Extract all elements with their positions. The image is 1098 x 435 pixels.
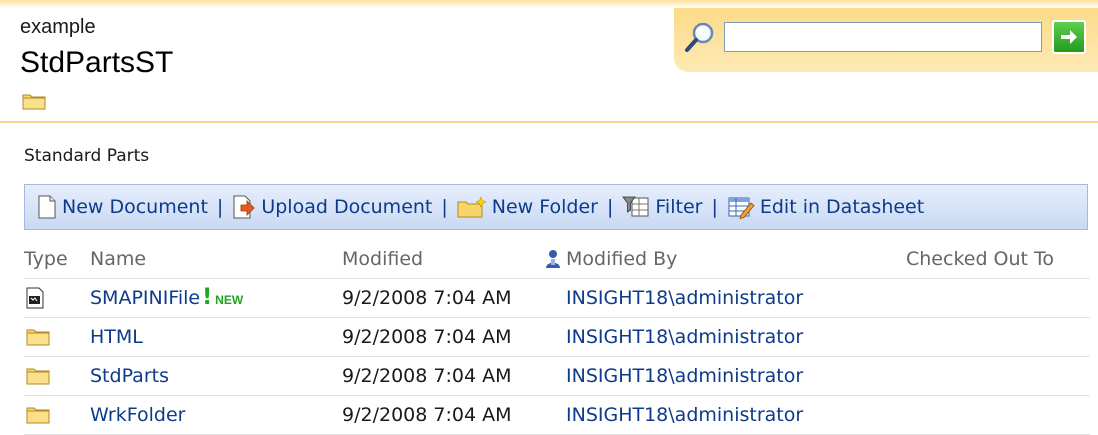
user-presence-icon <box>546 250 560 268</box>
toolbar-separator: | <box>606 196 614 218</box>
header-accent-bar <box>0 0 1098 8</box>
modified-cell: 9/2/2008 7:04 AM <box>342 404 512 426</box>
toolbar-separator: | <box>711 196 718 218</box>
modified-by-link[interactable]: INSIGHT18\administrator <box>566 365 803 387</box>
folder-icon <box>22 92 46 114</box>
name-cell: SMAPINIFile ! NEW <box>90 287 342 310</box>
table-row: SMAPINIFile ! NEW 9/2/2008 7:04 AM INSIG… <box>24 279 1090 318</box>
toolbar-separator: | <box>216 196 224 218</box>
filter-label: Filter <box>655 196 703 218</box>
upload-document-icon <box>233 195 255 219</box>
name-cell: HTML <box>90 326 342 348</box>
item-name-link[interactable]: HTML <box>90 326 143 348</box>
toolbar: New Document | Upload Document | New Fol… <box>24 184 1088 230</box>
document-icon[interactable] <box>24 287 90 309</box>
item-name-link[interactable]: WrkFolder <box>90 404 185 426</box>
list-title: Standard Parts <box>24 146 150 166</box>
modified-by-cell: INSIGHT18\administrator <box>566 404 906 426</box>
search-go-button[interactable] <box>1052 20 1086 54</box>
new-item-badge: ! NEW <box>202 287 243 309</box>
magnifier-icon <box>683 20 717 58</box>
new-indicator-icon: ! <box>202 285 213 310</box>
column-header-name[interactable]: Name <box>90 248 342 270</box>
new-label: NEW <box>215 293 244 307</box>
folder-icon[interactable] <box>24 328 90 346</box>
new-document-label: New Document <box>62 196 208 218</box>
new-document-button[interactable]: New Document <box>37 195 208 219</box>
arrow-right-icon <box>1061 30 1077 44</box>
modified-by-cell: INSIGHT18\administrator <box>566 326 906 348</box>
name-cell: WrkFolder <box>90 404 342 426</box>
edit-in-datasheet-button[interactable]: Edit in Datasheet <box>727 195 924 219</box>
new-folder-label: New Folder <box>491 196 598 218</box>
column-header-modified[interactable]: Modified <box>342 248 566 270</box>
toolbar-separator: | <box>441 196 448 218</box>
name-cell: StdParts <box>90 365 342 387</box>
modified-by-link[interactable]: INSIGHT18\administrator <box>566 287 803 309</box>
edit-in-datasheet-label: Edit in Datasheet <box>759 196 925 218</box>
modified-by-header-label: Modified By <box>566 248 678 270</box>
item-name-link[interactable]: StdParts <box>90 365 169 387</box>
table-header-row: Type Name Modified Modified By Checked O… <box>24 240 1090 279</box>
header-divider <box>0 121 1098 123</box>
table-row: WrkFolder 9/2/2008 7:04 AM INSIGHT18\adm… <box>24 396 1090 435</box>
document-list: Type Name Modified Modified By Checked O… <box>24 240 1090 435</box>
breadcrumb[interactable]: example <box>20 16 96 39</box>
modified-by-cell: INSIGHT18\administrator <box>566 287 906 309</box>
new-document-icon <box>38 195 56 219</box>
modified-cell: 9/2/2008 7:04 AM <box>342 365 512 387</box>
modified-cell: 9/2/2008 7:04 AM <box>342 326 512 348</box>
table-row: HTML 9/2/2008 7:04 AM INSIGHT18\administ… <box>24 318 1090 357</box>
new-folder-icon <box>457 196 487 218</box>
page-title: StdPartsST <box>20 46 174 79</box>
search-input[interactable] <box>724 22 1042 52</box>
modified-by-link[interactable]: INSIGHT18\administrator <box>566 404 803 426</box>
column-header-modified-by[interactable]: Modified By <box>546 248 906 270</box>
folder-icon[interactable] <box>24 367 90 385</box>
upload-document-label: Upload Document <box>261 196 433 218</box>
filter-button[interactable]: Filter <box>622 195 702 219</box>
modified-by-cell: INSIGHT18\administrator <box>566 365 906 387</box>
datasheet-icon <box>728 197 755 219</box>
column-header-type[interactable]: Type <box>24 248 90 270</box>
modified-by-link[interactable]: INSIGHT18\administrator <box>566 326 803 348</box>
filter-icon <box>622 196 649 217</box>
folder-icon[interactable] <box>24 406 90 424</box>
table-row: StdParts 9/2/2008 7:04 AM INSIGHT18\admi… <box>24 357 1090 396</box>
column-header-checked-out-to[interactable]: Checked Out To <box>906 248 1090 270</box>
modified-cell: 9/2/2008 7:04 AM <box>342 287 512 309</box>
item-name-link[interactable]: SMAPINIFile <box>90 287 200 309</box>
new-folder-button[interactable]: New Folder <box>457 195 598 219</box>
upload-document-button[interactable]: Upload Document <box>232 195 432 219</box>
